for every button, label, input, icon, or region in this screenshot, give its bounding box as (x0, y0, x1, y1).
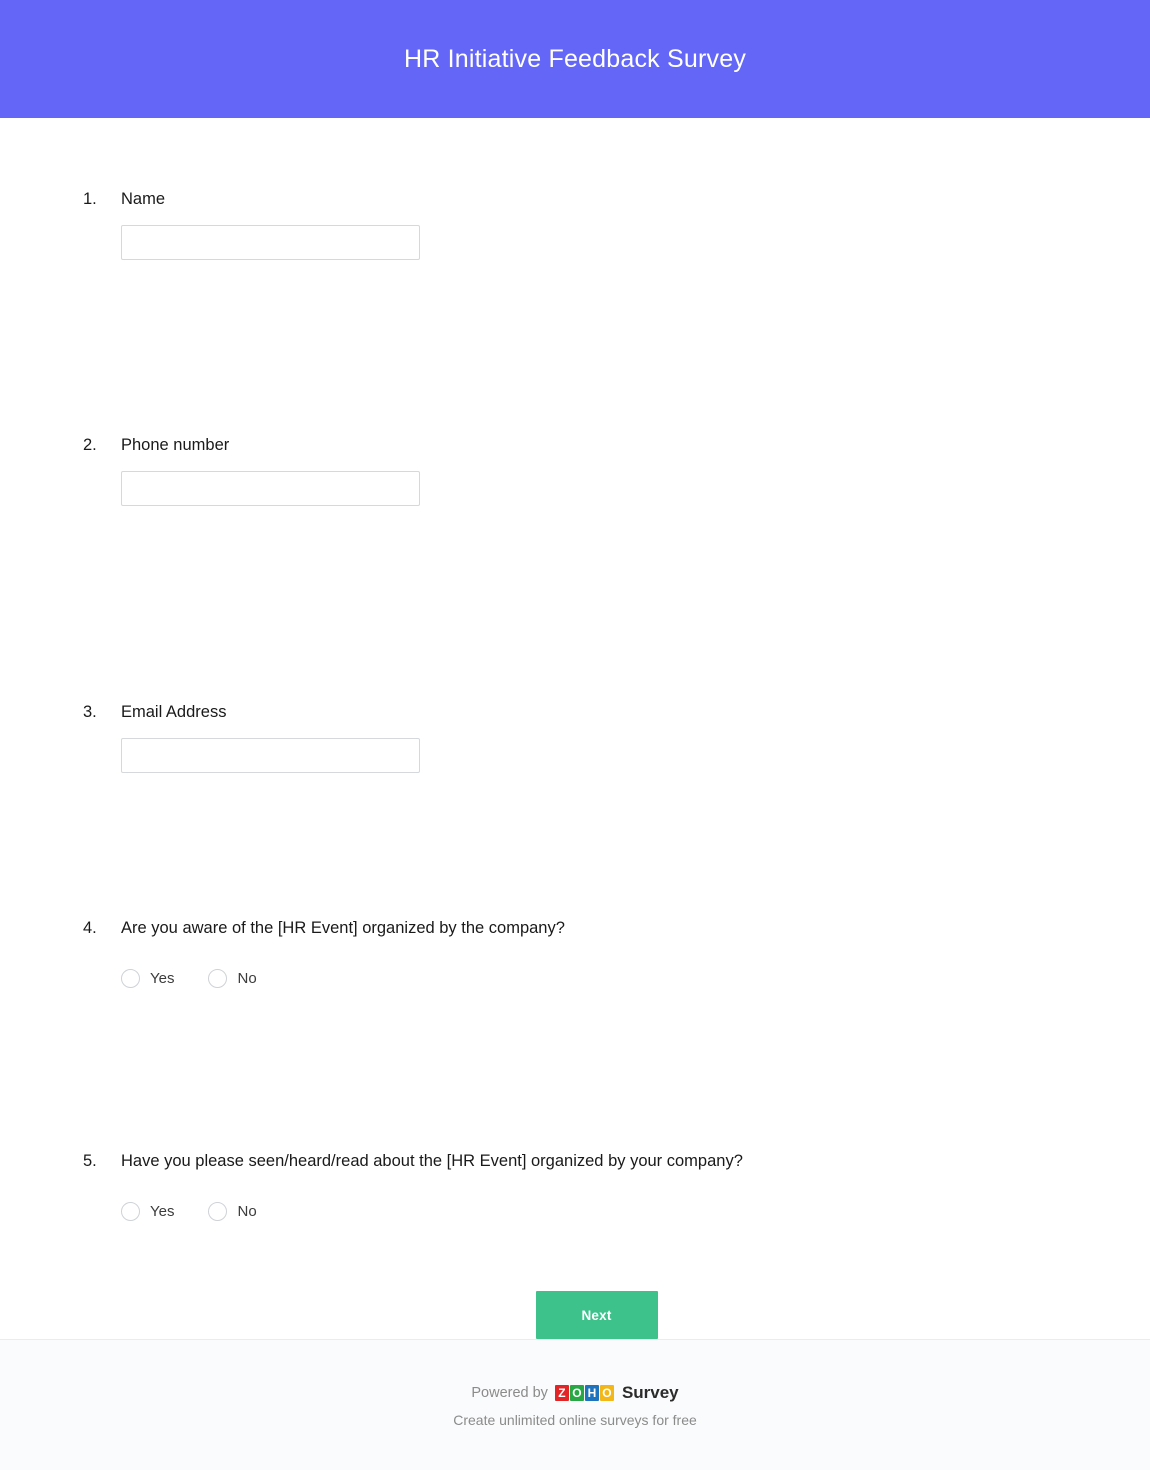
zoho-letter-h-icon: H (584, 1384, 599, 1401)
question-text: Have you please seen/heard/read about th… (121, 1152, 743, 1170)
powered-by-line: Powered by Z O H O Survey (471, 1383, 678, 1403)
zoho-logo: Z O H O (554, 1384, 615, 1401)
radio-option-label: Yes (150, 970, 175, 987)
question-text: Email Address (121, 703, 227, 721)
question-number: 2. (83, 436, 97, 454)
zoho-letter-z-icon: Z (554, 1384, 569, 1401)
question-label-row: 1. Name (83, 188, 1110, 210)
question-text: Phone number (121, 436, 230, 454)
answer-area (121, 225, 1110, 260)
answer-area (121, 738, 1110, 773)
question-block-4: 4. Are you aware of the [HR Event] organ… (83, 917, 1110, 988)
questions-list: 1. Name 2. Phone number 3. Email Address… (0, 118, 1150, 1339)
survey-footer: Powered by Z O H O Survey Create unlimit… (0, 1339, 1150, 1470)
question-number: 3. (83, 703, 97, 721)
radio-option-yes[interactable]: Yes (121, 1202, 174, 1221)
footer-tagline: Create unlimited online surveys for free (453, 1411, 697, 1428)
next-button[interactable]: Next (535, 1291, 658, 1339)
question-label-row: 4. Are you aware of the [HR Event] organ… (83, 917, 1110, 939)
question-label-row: 2. Phone number (83, 434, 1110, 456)
survey-header: HR Initiative Feedback Survey (0, 0, 1150, 118)
question-label-row: 5. Have you please seen/heard/read about… (83, 1150, 1110, 1172)
question-number: 4. (83, 919, 97, 937)
question-label-row: 3. Email Address (83, 701, 1110, 723)
radio-option-yes[interactable]: Yes (121, 969, 174, 988)
radio-option-label: Yes (150, 1203, 175, 1220)
question-number: 1. (83, 190, 97, 208)
radio-group-seen-heard-read: Yes No (121, 1202, 1110, 1221)
question-block-2: 2. Phone number (83, 434, 1110, 506)
phone-number-input[interactable] (121, 471, 420, 506)
question-text: Name (121, 190, 166, 208)
radio-option-no[interactable]: No (208, 969, 257, 988)
zoho-letter-o2-icon: O (599, 1384, 614, 1401)
question-number: 5. (83, 1152, 97, 1170)
button-row: Next (83, 1291, 1110, 1339)
radio-option-label: No (237, 1203, 257, 1220)
answer-area (121, 471, 1110, 506)
survey-body: 1. Name 2. Phone number 3. Email Address… (0, 118, 1150, 1339)
radio-circle-icon[interactable] (208, 969, 228, 988)
name-input[interactable] (121, 225, 420, 260)
zoho-letter-o1-icon: O (569, 1384, 584, 1401)
powered-by-label: Powered by (471, 1384, 548, 1401)
survey-page: HR Initiative Feedback Survey 1. Name 2.… (0, 0, 1150, 1470)
radio-circle-icon[interactable] (121, 1202, 140, 1221)
question-block-3: 3. Email Address (83, 701, 1110, 773)
radio-group-awareness: Yes No (121, 969, 1110, 988)
page-title: HR Initiative Feedback Survey (403, 44, 747, 73)
radio-option-label: No (237, 970, 257, 987)
radio-circle-icon[interactable] (121, 969, 140, 988)
product-name: Survey (621, 1382, 679, 1402)
radio-circle-icon[interactable] (208, 1202, 228, 1221)
question-block-5: 5. Have you please seen/heard/read about… (83, 1150, 1110, 1221)
question-text: Are you aware of the [HR Event] organize… (121, 919, 565, 937)
radio-option-no[interactable]: No (208, 1202, 257, 1221)
email-address-input[interactable] (121, 738, 420, 773)
question-block-1: 1. Name (83, 188, 1110, 260)
